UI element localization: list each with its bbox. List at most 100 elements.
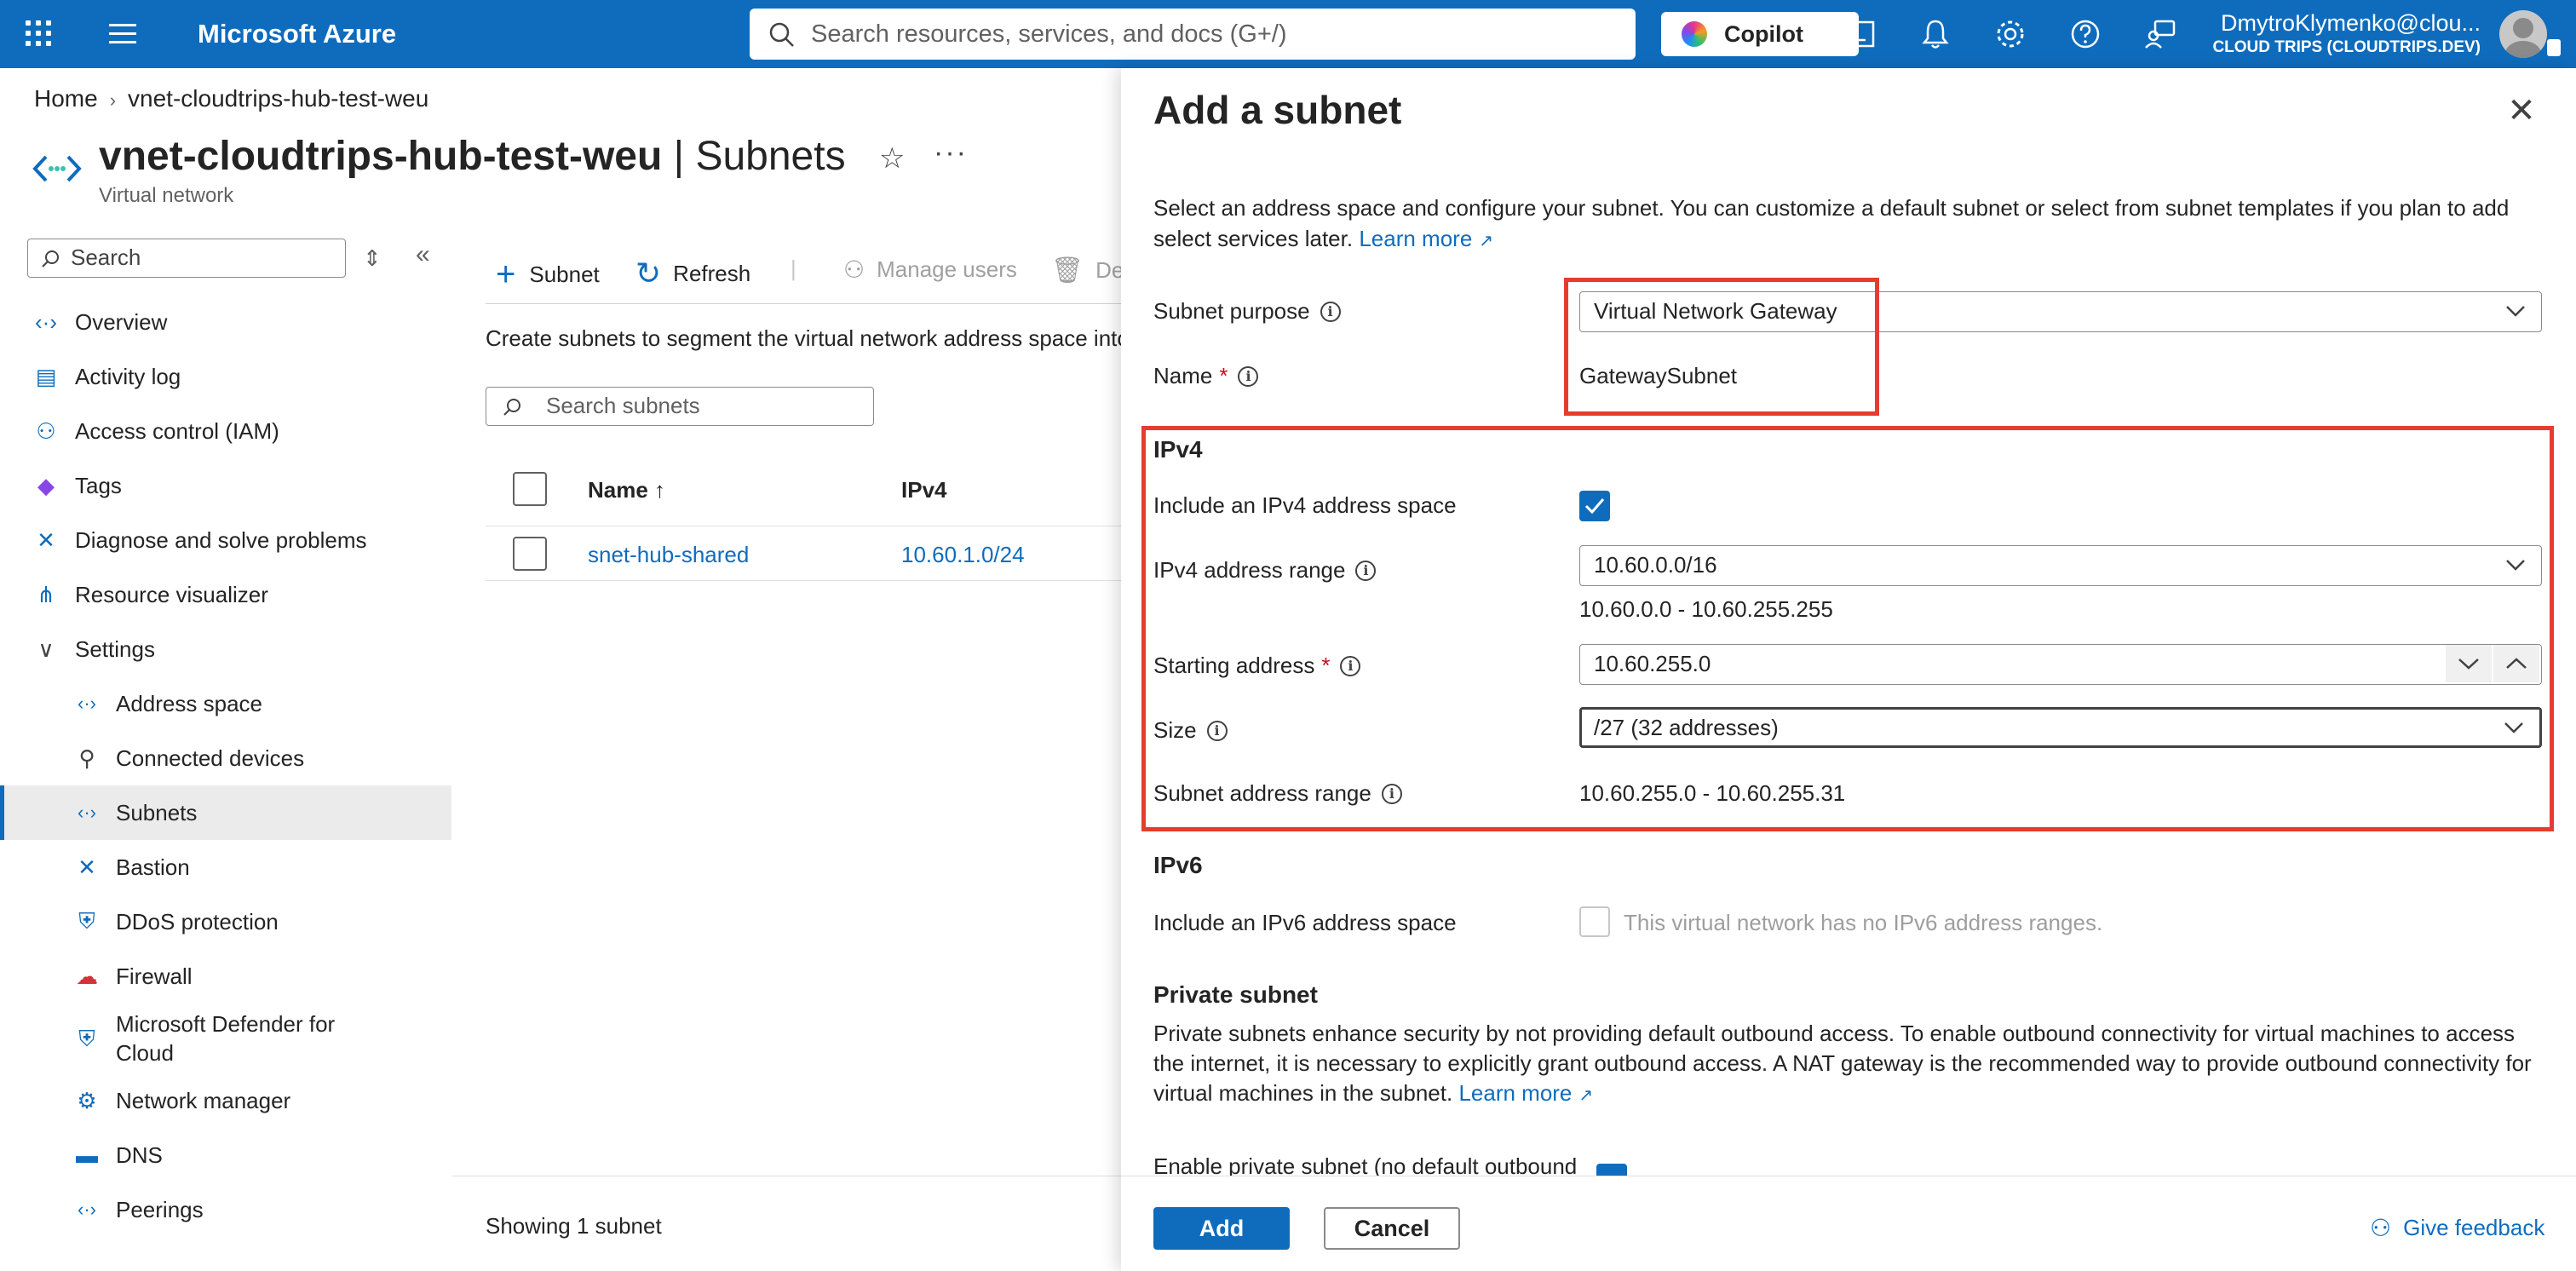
add-subnet-button[interactable]: + Subnet [496,256,600,294]
info-icon[interactable]: i [1320,301,1341,322]
global-search-placeholder: Search resources, services, and docs (G+… [811,20,1287,48]
private-learn-more-link[interactable]: Learn more ↗ [1458,1080,1593,1106]
sidebar-item-overview[interactable]: ‹·› Overview [0,295,451,349]
sidebar-nav: ‹·› Overview ▤ Activity log ⚇ Access contro… [0,295,451,1237]
sidebar-item-tags[interactable]: ◆ Tags [0,458,451,513]
give-feedback-link[interactable]: ⚇ Give feedback [2370,1214,2544,1242]
private-subnet-description-text: Private subnets enhance security by not … [1153,1021,2532,1106]
account-info[interactable]: DmytroKlymenko@clou... CLOUD TRIPS (CLOU… [2208,10,2481,57]
delete-label: De [1095,257,1124,283]
select-all-checkbox[interactable] [513,472,547,506]
sidebar-item-peerings[interactable]: ‹·› Peerings [0,1182,451,1237]
more-actions-icon[interactable]: ··· [934,136,968,170]
external-link-icon: ↗ [1578,1086,1594,1105]
breadcrumb: Home › vnet-cloudtrips-hub-test-weu [34,85,428,112]
include-ipv6-checkbox[interactable] [1579,906,1610,937]
sidebar-item-activity-log[interactable]: ▤ Activity log [0,349,451,404]
sidebar-item-dns[interactable]: ▬ DNS [0,1128,451,1182]
panel-footer: Add Cancel ⚇ Give feedback [1121,1176,2576,1271]
dns-icon: ▬ [76,1142,98,1168]
app-launcher-icon[interactable] [26,20,51,46]
ipv6-disabled-text: This virtual network has no IPv6 address… [1624,910,2103,935]
sidebar-item-label: Overview [75,308,168,335]
close-icon[interactable]: ✕ [2499,89,2544,133]
manage-users-label: Manage users [877,256,1017,282]
sidebar-item-label: Settings [75,636,155,662]
panel-description: Select an address space and configure yo… [1153,193,2542,256]
table-row: snet-hub-shared 10.60.1.0/24 [486,526,1124,581]
highlight-box-ipv4 [1141,426,2554,831]
sidebar-item-connected-devices[interactable]: ⚲ Connected devices [0,731,451,785]
sidebar-item-firewall[interactable]: ☁ Firewall [0,949,451,1004]
sort-toggle-icon[interactable]: ⇕ [363,245,382,272]
sidebar-item-resource-visualizer[interactable]: ⋔ Resource visualizer [0,567,451,622]
subnet-ipv4-link[interactable]: 10.60.1.0/24 [901,542,1025,568]
sidebar-search-placeholder: Search [71,244,141,270]
activity-log-icon: ▤ [35,363,57,389]
sidebar-item-address-space[interactable]: ‹·› Address space [0,676,451,731]
column-name[interactable]: Name ↑ [588,477,665,503]
highlight-box-purpose [1564,278,1879,416]
subnet-name-link[interactable]: snet-hub-shared [588,542,749,568]
column-ipv4[interactable]: IPv4 [901,477,947,503]
sidebar-item-bastion[interactable]: ✕ Bastion [0,840,451,894]
sidebar-search-input[interactable]: Search [27,239,346,278]
overview-icon: ‹·› [35,308,57,335]
enable-private-subnet-checkbox[interactable] [1596,1164,1627,1176]
chevron-down-icon: ∨ [37,636,55,662]
cancel-button[interactable]: Cancel [1324,1207,1460,1250]
info-icon[interactable]: i [1238,365,1259,387]
brand-title[interactable]: Microsoft Azure [198,19,396,49]
gear-icon[interactable] [1993,17,2027,51]
search-icon [42,250,59,267]
collapse-sidebar-icon[interactable]: « [416,240,430,269]
address-space-icon: ‹·› [78,693,96,714]
breadcrumb-home[interactable]: Home [34,85,98,112]
copilot-button[interactable]: Copilot [1661,12,1859,56]
sidebar-group-settings[interactable]: ∨ Settings [0,622,451,676]
sidebar-item-iam[interactable]: ⚇ Access control (IAM) [0,404,451,458]
row-checkbox[interactable] [513,537,547,571]
sidebar-item-ddos[interactable]: ⛨ DDoS protection [0,894,451,949]
command-separator: | [791,256,796,281]
add-button[interactable]: Add [1153,1207,1290,1250]
favorite-star-icon[interactable]: ☆ [879,141,905,175]
global-search-input[interactable]: Search resources, services, and docs (G+… [750,9,1636,60]
blade-name: Subnets [695,134,846,179]
sidebar-item-label: Address space [116,690,262,716]
title-separator: | [662,134,696,179]
plus-icon: + [496,256,516,293]
sidebar-item-label: Resource visualizer [75,581,268,607]
sidebar-item-defender[interactable]: ⛨ Microsoft Defender for Cloud [0,1004,451,1073]
avatar[interactable] [2499,10,2547,58]
network-manager-icon: ⚙ [77,1087,97,1113]
manage-users-button[interactable]: ⚇ Manage users [843,256,1017,284]
delete-button[interactable]: 🗑 De [1051,256,1124,285]
search-icon [503,399,520,416]
refresh-label: Refresh [673,260,751,286]
sidebar-item-diagnose[interactable]: ✕ Diagnose and solve problems [0,513,451,567]
sidebar-item-label: Peerings [116,1196,204,1222]
cloud-shell-icon[interactable] [1842,17,1876,51]
sidebar-item-subnets[interactable]: ‹·› Subnets [0,785,451,840]
subnet-search-placeholder: Search subnets [546,393,700,418]
bell-icon[interactable] [1918,17,1952,51]
subnet-icon: ‹·› [78,802,96,823]
top-bar: Microsoft Azure Search resources, servic… [0,0,2576,68]
help-icon[interactable] [2068,17,2102,51]
command-bar-divider [486,303,1124,304]
sidebar-item-label: Connected devices [116,745,305,771]
sidebar-item-network-manager[interactable]: ⚙ Network manager [0,1073,451,1128]
breadcrumb-resource[interactable]: vnet-cloudtrips-hub-test-weu [128,85,428,112]
trash-icon: 🗑 [1051,256,1084,285]
feedback-person-icon[interactable] [2143,17,2177,51]
private-subnet-description: Private subnets enhance security by not … [1153,1019,2542,1111]
bastion-icon: ✕ [78,854,96,880]
portal-menu-icon[interactable] [109,24,136,44]
sidebar-item-label: Network manager [116,1087,291,1113]
sidebar-item-label: Bastion [116,854,190,880]
refresh-button[interactable]: ↻ Refresh [635,256,750,291]
subnet-search-input[interactable]: Search subnets [486,387,874,426]
resource-name: vnet-cloudtrips-hub-test-weu [99,134,663,179]
learn-more-link[interactable]: Learn more ↗ [1359,226,1493,251]
